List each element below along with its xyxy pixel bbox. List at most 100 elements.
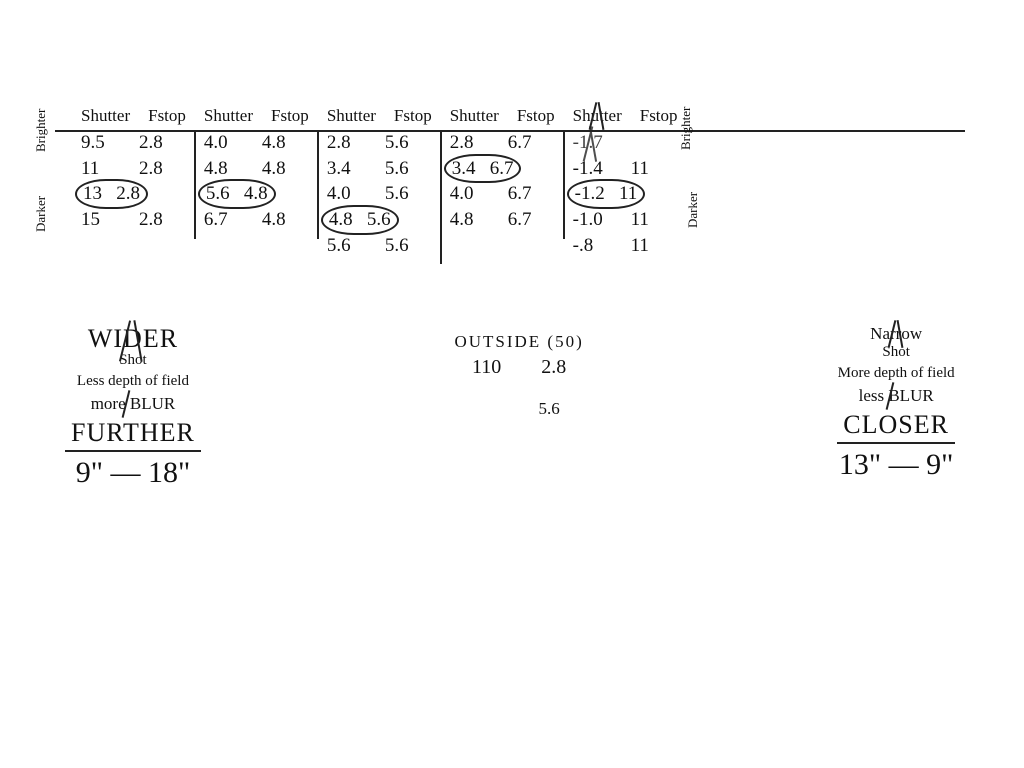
table-row: 5.6 4.8 (204, 181, 309, 207)
label-brighter: Brighter (678, 107, 694, 150)
cell-fstop: 2.8 (139, 156, 175, 182)
note-more-blur: more BLUR (91, 394, 176, 414)
table-row: 4.0 5.6 (327, 181, 432, 207)
cell-fstop: 2.8 (139, 207, 175, 233)
table-5: Brighter Darker Shutter Fstop -1.7 x -1.… (565, 132, 704, 264)
cell-shutter: 11 (81, 156, 117, 182)
cell-shutter: 15 (81, 207, 117, 233)
col-header-fstop: Fstop (148, 106, 186, 126)
label-darker: Darker (685, 192, 701, 228)
note-range-left: 9" — 18" (76, 456, 191, 490)
table-1-rows: 9.52.8112.813 2.8152.8 (81, 130, 186, 233)
cell-fstop: 6.7 (508, 181, 544, 207)
table-3-rows: 2.85.63.45.64.05.64.8 5.65.65.6 (327, 130, 432, 258)
struck-value: -1.7 (573, 130, 609, 156)
cell-fstop: 4.8 (262, 156, 298, 182)
col-header-shutter: Shutter (327, 106, 376, 126)
cell-fstop: 2.8 (139, 130, 175, 156)
label-darker: Darker (33, 196, 49, 232)
cell-shutter: 5.6 (327, 233, 363, 259)
right-note: Narrow Shot More depth of field less BLU… (837, 324, 955, 490)
note-wider: WIDER (88, 324, 178, 354)
circled-pair: 5.6 4.8 (198, 179, 276, 209)
col-header-fstop: Fstop (517, 106, 555, 126)
col-header-shutter: Shutter (204, 106, 253, 126)
note-less-dof: Less depth of field (77, 373, 189, 390)
cell-fstop: 4.8 (262, 207, 298, 233)
cell-fstop: 5.6 (385, 156, 421, 182)
table-row: 4.0 6.7 (450, 181, 555, 207)
table-row: 2.8 5.6 (327, 130, 432, 156)
cell-shutter: -.8 (573, 233, 609, 259)
table-row: 4.8 5.6 (327, 207, 432, 233)
note-shot: Shot (882, 344, 910, 361)
table-row: -1.2 11 (573, 181, 678, 207)
circled-pair: 13 2.8 (75, 179, 148, 209)
cell-fstop: 11 (631, 156, 667, 182)
cell-shutter: -1.0 (573, 207, 609, 233)
table-row: 4.0 4.8 (204, 130, 309, 156)
cell-fstop: 4.8 (262, 130, 298, 156)
cell-fstop: 5.6 (385, 233, 421, 259)
cell-shutter: 4.0 (204, 130, 240, 156)
cell-shutter: -1.4 (573, 156, 609, 182)
note-outside: OUTSIDE (50) (454, 332, 583, 352)
handwritten-sheet: Brighter Darker Shutter Fstop 9.52.8112.… (55, 130, 965, 490)
label-brighter: Brighter (33, 109, 49, 152)
note-closer: CLOSER (837, 410, 955, 444)
table-4-rows: 2.86.73.4 6.74.0 6.7 4.8 6.7 (450, 130, 555, 233)
col-header-fstop: Fstop (394, 106, 432, 126)
cell-shutter: 2.8 (450, 130, 486, 156)
left-note: WIDER Shot Less depth of field more BLUR… (65, 324, 201, 490)
cell-shutter: 2.8 (327, 130, 363, 156)
circled-pair: 4.8 5.6 (321, 205, 399, 235)
bottom-notes: WIDER Shot Less depth of field more BLUR… (55, 324, 965, 490)
col-header-shutter: Shutter (573, 106, 622, 126)
circled-pair: 3.4 6.7 (444, 154, 522, 184)
cell-fstop: 5.6 (385, 181, 421, 207)
exposure-tables: Brighter Darker Shutter Fstop 9.52.8112.… (55, 130, 965, 264)
table-row: 112.8 (81, 156, 186, 182)
table-row: 4.8 6.7 (450, 207, 555, 233)
note-range-right: 13" — 9" (839, 448, 954, 482)
table-2-rows: 4.04.84.84.85.6 4.86.74.8 (204, 130, 309, 233)
table-row: 13 2.8 (81, 181, 186, 207)
table-row: 2.86.7 (450, 130, 555, 156)
table-row: 9.5 2.8 (81, 130, 186, 156)
cell-shutter: 3.4 (327, 156, 363, 182)
cell-fstop: 6.7 (508, 207, 544, 233)
cell-fstop: 11 (631, 233, 667, 259)
cell-shutter: 4.0 (450, 181, 486, 207)
table-row: 5.6 5.6 (327, 233, 432, 259)
table-4: Shutter Fstop 2.86.73.4 6.74.06.74.86.7 (442, 132, 565, 239)
cell-fstop: 5.6 (385, 130, 421, 156)
table-2: Shutter Fstop 4.04.84.84.85.6 4.86.74.8 (196, 132, 319, 239)
cell-shutter: 4.0 (327, 181, 363, 207)
note-center-shutter: 110 (472, 356, 501, 379)
table-row: 6.7 4.8 (204, 207, 309, 233)
table-row: 3.4 5.6 (327, 156, 432, 182)
col-header-shutter: Shutter (450, 106, 499, 126)
table-row: 4.8 4.8 (204, 156, 309, 182)
table-row: 3.4 6.7 (450, 156, 555, 182)
note-center-56: 5.6 (538, 399, 559, 419)
note-narrow: Narrow (870, 324, 922, 344)
center-note: OUTSIDE (50) 110 2.8 5.6 (454, 332, 583, 490)
table-1: Brighter Darker Shutter Fstop 9.52.8112.… (55, 132, 196, 239)
table-5-rows: -1.411-1.2 11-1.011-.811 (573, 156, 678, 259)
table-row: 152.8 (81, 207, 186, 233)
table-row: -.8 11 (573, 233, 678, 259)
note-more-dof: More depth of field (838, 365, 955, 382)
cell-shutter: 9.5 (81, 130, 117, 156)
table-row: -1.0 11 (573, 207, 678, 233)
table-row: -1.4 11 (573, 156, 678, 182)
note-center-fstop: 2.8 (541, 356, 566, 379)
cell-shutter: 4.8 (204, 156, 240, 182)
note-less-blur: less BLUR (859, 386, 934, 406)
table-3: Shutter Fstop 2.85.63.45.64.05.64.8 5.65… (319, 132, 442, 264)
cell-fstop: 11 (631, 207, 667, 233)
col-header-shutter: Shutter (81, 106, 130, 126)
col-header-fstop: Fstop (640, 106, 678, 126)
cell-shutter: 6.7 (204, 207, 240, 233)
cell-shutter: 4.8 (450, 207, 486, 233)
